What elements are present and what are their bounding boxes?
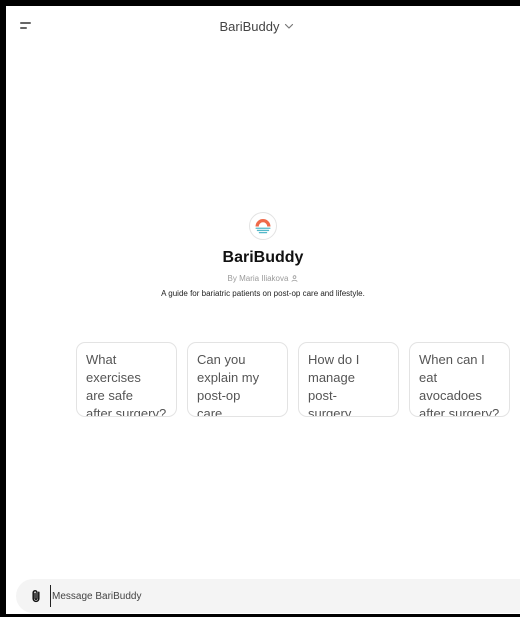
- gpt-author: By Maria Iliakova: [228, 274, 299, 283]
- suggestion-text: What exercises are safe after surgery?: [86, 352, 167, 417]
- author-text: By Maria Iliakova: [227, 274, 289, 283]
- suggestion-card[interactable]: How do I manage post-surgery...: [298, 342, 399, 417]
- gpt-name: BariBuddy: [222, 249, 304, 266]
- suggestion-card[interactable]: When can I eat avocadoes after surgery?: [409, 342, 510, 417]
- person-icon: [291, 275, 298, 282]
- suggestion-cards: What exercises are safe after surgery? C…: [76, 342, 510, 417]
- gpt-description: A guide for bariatric patients on post-o…: [161, 289, 365, 298]
- suggestion-card[interactable]: Can you explain my post-op care...: [187, 342, 288, 417]
- message-input[interactable]: [50, 585, 520, 607]
- suggestion-text: Can you explain my post-op care...: [197, 352, 260, 417]
- message-composer: [16, 579, 520, 613]
- gpt-intro: BariBuddy By Maria Iliakova A guide for …: [6, 212, 520, 298]
- paperclip-icon[interactable]: [28, 588, 44, 604]
- model-selector[interactable]: BariBuddy: [220, 19, 295, 34]
- baribuddy-logo: [249, 212, 277, 240]
- header-title: BariBuddy: [219, 18, 280, 34]
- window-frame: [0, 0, 520, 617]
- suggestion-text: When can I eat avocadoes after surgery?: [419, 352, 500, 417]
- sunset-logo-icon: [255, 219, 271, 234]
- suggestion-card[interactable]: What exercises are safe after surgery?: [76, 342, 177, 417]
- sidebar-menu-icon[interactable]: [20, 19, 36, 33]
- suggestion-text: How do I manage post-surgery...: [308, 352, 362, 417]
- header: BariBuddy: [6, 6, 520, 46]
- chevron-down-icon: [285, 23, 294, 29]
